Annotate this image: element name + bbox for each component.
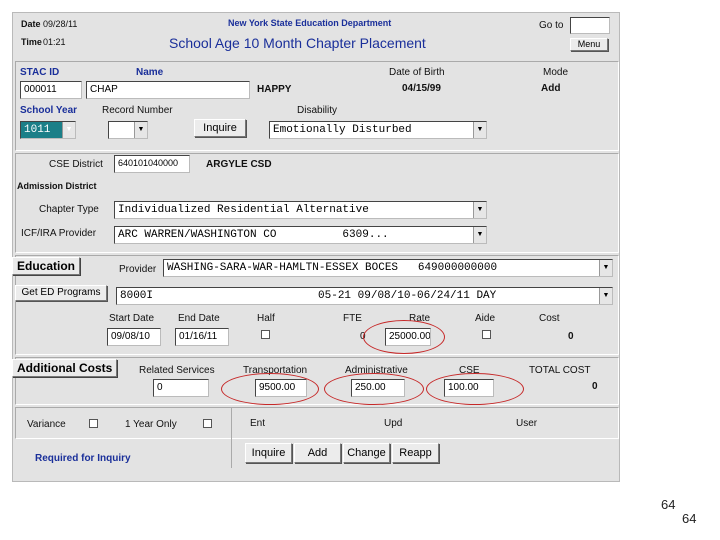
name-label: Name [136,67,164,78]
aide-checkbox[interactable] [482,330,491,339]
one-year-only-label: 1 Year Only [125,419,177,430]
variance-checkbox[interactable] [89,419,98,428]
related-services-input[interactable]: 0 [153,379,209,397]
one-year-only-checkbox[interactable] [203,419,212,428]
chevron-down-icon[interactable]: ▼ [62,122,75,138]
date-label: Date [21,19,41,29]
icf-provider-label: ICF/IRA Provider [21,228,97,239]
variance-label: Variance [27,419,66,430]
fte-label: FTE [343,313,362,324]
school-year-value: 1011 [24,124,51,136]
education-section-label: Education [12,257,81,275]
menu-button[interactable]: Menu [570,38,608,51]
related-services-label: Related Services [139,365,215,376]
stac-id-input[interactable]: 000011 [20,81,82,99]
disability-select[interactable]: Emotionally Disturbed ▼ [269,121,487,139]
cse-district-input[interactable]: 640101040000 [114,155,190,173]
cse-district-name: ARGYLE CSD [206,159,272,170]
page-title: School Age 10 Month Chapter Placement [169,35,426,51]
reapp-button[interactable]: Reapp [392,443,439,463]
date-value: 09/28/11 [43,19,78,29]
aide-label: Aide [475,313,496,324]
dob-value: 04/15/99 [402,83,441,94]
end-date-input[interactable]: 01/16/11 [175,328,229,346]
start-date-label: Start Date [109,313,155,324]
cse-highlight-oval [426,373,524,405]
program-value: 8000I 05-21 09/08/10-06/24/11 DAY [120,290,497,302]
icf-provider-value: ARC WARREN/WASHINGTON CO 6309... [118,229,389,241]
disability-value: Emotionally Disturbed [273,124,412,136]
time-label: Time [21,37,42,47]
chevron-down-icon[interactable]: ▼ [599,288,612,304]
inquire-top-button[interactable]: Inquire [194,119,246,137]
inquire-button[interactable]: Inquire [245,443,292,463]
change-button[interactable]: Change [343,443,390,463]
required-note: Required for Inquiry [35,453,131,464]
disability-label: Disability [297,105,338,116]
total-cost-value: 0 [592,381,598,392]
total-cost-label: TOTAL COST [529,365,591,376]
half-label: Half [257,313,275,324]
rate-highlight-oval [363,320,445,354]
user-label: User [516,418,538,429]
transportation-highlight-oval [221,373,319,405]
chapter-type-value: Individualized Residential Alternative [118,204,369,216]
page-number: 64 [661,497,676,512]
additional-costs-section-label: Additional Costs [12,359,118,377]
cost-label: Cost [539,313,560,324]
department-name: New York State Education Department [228,18,392,28]
record-number-select[interactable]: ▼ [108,121,148,139]
cost-value: 0 [568,331,574,342]
form-screen: Date 09/28/11 Time 01:21 New York State … [12,12,620,482]
page-number: 64 [682,511,697,526]
get-ed-programs-button[interactable]: Get ED Programs [15,285,107,301]
updated-label: Upd [384,418,403,429]
mode-value: Add [541,83,561,94]
first-name-value: HAPPY [257,84,292,95]
goto-input[interactable] [570,17,610,34]
chevron-down-icon[interactable]: ▼ [473,227,486,243]
entered-label: Ent [250,418,266,429]
half-checkbox[interactable] [261,330,270,339]
program-select[interactable]: 8000I 05-21 09/08/10-06/24/11 DAY ▼ [116,287,613,305]
record-number-label: Record Number [102,105,173,116]
dob-label: Date of Birth [389,67,445,78]
icf-provider-select[interactable]: ARC WARREN/WASHINGTON CO 6309... ▼ [114,226,487,244]
school-year-select[interactable]: 1011 ▼ [20,121,76,139]
provider-label: Provider [119,264,157,275]
admission-district-label: Admission District [17,181,97,191]
add-button[interactable]: Add [294,443,341,463]
cse-district-label: CSE District [49,159,103,170]
mode-label: Mode [543,67,569,78]
provider-select[interactable]: WASHING-SARA-WAR-HAMLTN-ESSEX BOCES 6490… [163,259,613,277]
time-value: 01:21 [43,37,66,47]
stac-id-label: STAC ID [20,67,60,78]
chevron-down-icon[interactable]: ▼ [134,122,147,138]
last-name-input[interactable]: CHAP [86,81,250,99]
administrative-highlight-oval [324,373,424,405]
chevron-down-icon[interactable]: ▼ [473,122,486,138]
start-date-input[interactable]: 09/08/10 [107,328,161,346]
goto-label: Go to [539,20,564,31]
chevron-down-icon[interactable]: ▼ [599,260,612,276]
chapter-type-select[interactable]: Individualized Residential Alternative ▼ [114,201,487,219]
chevron-down-icon[interactable]: ▼ [473,202,486,218]
school-year-label: School Year [20,105,78,116]
provider-value: WASHING-SARA-WAR-HAMLTN-ESSEX BOCES 6490… [167,262,498,274]
chapter-type-label: Chapter Type [39,204,99,215]
end-date-label: End Date [178,313,220,324]
divider [231,408,232,468]
